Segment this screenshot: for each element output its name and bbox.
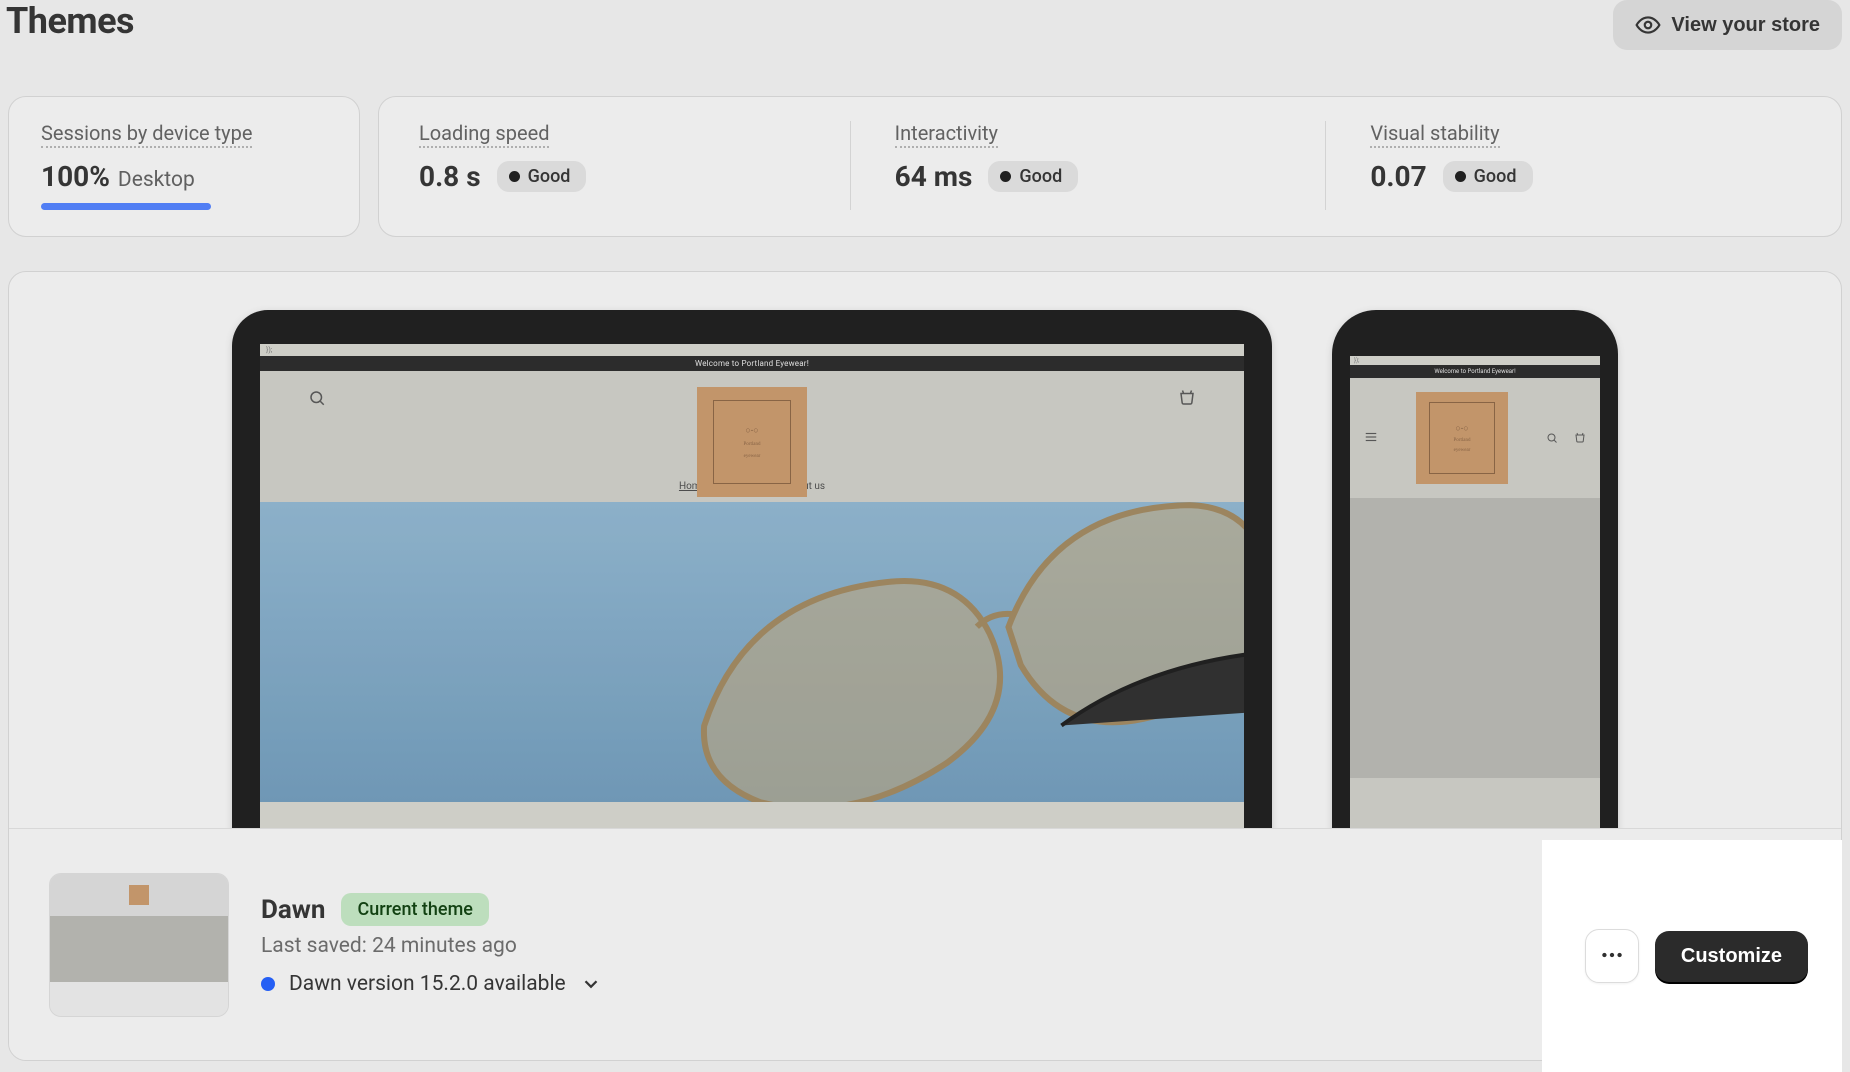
visual-stability-badge-text: Good: [1474, 166, 1517, 187]
glasses-icon: ○-○: [1455, 423, 1468, 434]
logo-text-2: eyewear: [1454, 448, 1471, 454]
visual-stability-value: 0.07: [1370, 160, 1426, 193]
cart-icon: [1178, 389, 1196, 407]
chevron-down-icon: [580, 973, 602, 995]
sessions-card: Sessions by device type 100% Desktop: [8, 96, 360, 237]
view-store-label: View your store: [1671, 14, 1820, 37]
sessions-bar: [41, 203, 211, 210]
sessions-device: Desktop: [118, 168, 195, 192]
status-dot-icon: [1000, 171, 1011, 182]
loading-badge: Good: [497, 161, 587, 192]
more-horizontal-icon: [1599, 942, 1625, 971]
visual-stability-badge: Good: [1443, 161, 1533, 192]
glasses-icon: ○-○: [745, 425, 758, 436]
performance-card: Loading speed 0.8 s Good Interactivity 6…: [378, 96, 1842, 237]
cart-icon: [1574, 429, 1586, 448]
search-icon: [1546, 429, 1558, 448]
logo-text-1: Portland: [744, 442, 761, 448]
hero-image: [260, 502, 1244, 802]
theme-name: Dawn: [261, 895, 325, 925]
view-store-button[interactable]: View your store: [1613, 0, 1842, 50]
interactivity-metric: Interactivity 64 ms Good: [850, 121, 1326, 210]
mobile-body: [1350, 498, 1600, 778]
interactivity-value: 64 ms: [895, 160, 973, 193]
loading-badge-text: Good: [528, 166, 571, 187]
loading-speed-metric: Loading speed 0.8 s Good: [419, 121, 850, 210]
mobile-announcement-bar: Welcome to Portland Eyewear!: [1350, 365, 1600, 378]
loading-value: 0.8 s: [419, 160, 481, 193]
interactivity-label: Interactivity: [895, 121, 998, 148]
status-dot-icon: [1455, 171, 1466, 182]
version-available-text: Dawn version 15.2.0 available: [289, 972, 566, 996]
current-theme-badge: Current theme: [341, 893, 488, 926]
actions-panel: Customize: [1542, 840, 1842, 1072]
mobile-preview: }); Welcome to Portland Eyewear! ○-○ Por…: [1332, 310, 1618, 900]
desktop-preview: }); Welcome to Portland Eyewear! ○-○ Por…: [232, 310, 1272, 900]
store-logo: ○-○ Portland eyewear: [697, 387, 807, 497]
search-icon: [308, 389, 326, 407]
more-actions-button[interactable]: [1585, 929, 1639, 983]
visual-stability-metric: Visual stability 0.07 Good: [1325, 121, 1801, 210]
customize-button[interactable]: Customize: [1655, 931, 1808, 982]
loading-label: Loading speed: [419, 121, 549, 148]
page-title: Themes: [6, 3, 134, 39]
interactivity-badge-text: Good: [1019, 166, 1062, 187]
update-dot-icon: [261, 977, 275, 991]
sessions-label: Sessions by device type: [41, 121, 252, 148]
logo-text-2: eyewear: [744, 454, 761, 460]
logo-text-1: Portland: [1454, 438, 1471, 444]
announcement-bar: Welcome to Portland Eyewear!: [260, 356, 1244, 371]
visual-stability-label: Visual stability: [1370, 121, 1499, 148]
status-dot-icon: [509, 171, 520, 182]
eye-icon: [1635, 12, 1661, 38]
sessions-percent: 100%: [41, 160, 110, 193]
mobile-store-logo: ○-○ Portland eyewear: [1416, 392, 1508, 484]
interactivity-badge: Good: [988, 161, 1078, 192]
theme-thumbnail: [49, 873, 229, 1017]
hamburger-icon: [1364, 429, 1378, 448]
